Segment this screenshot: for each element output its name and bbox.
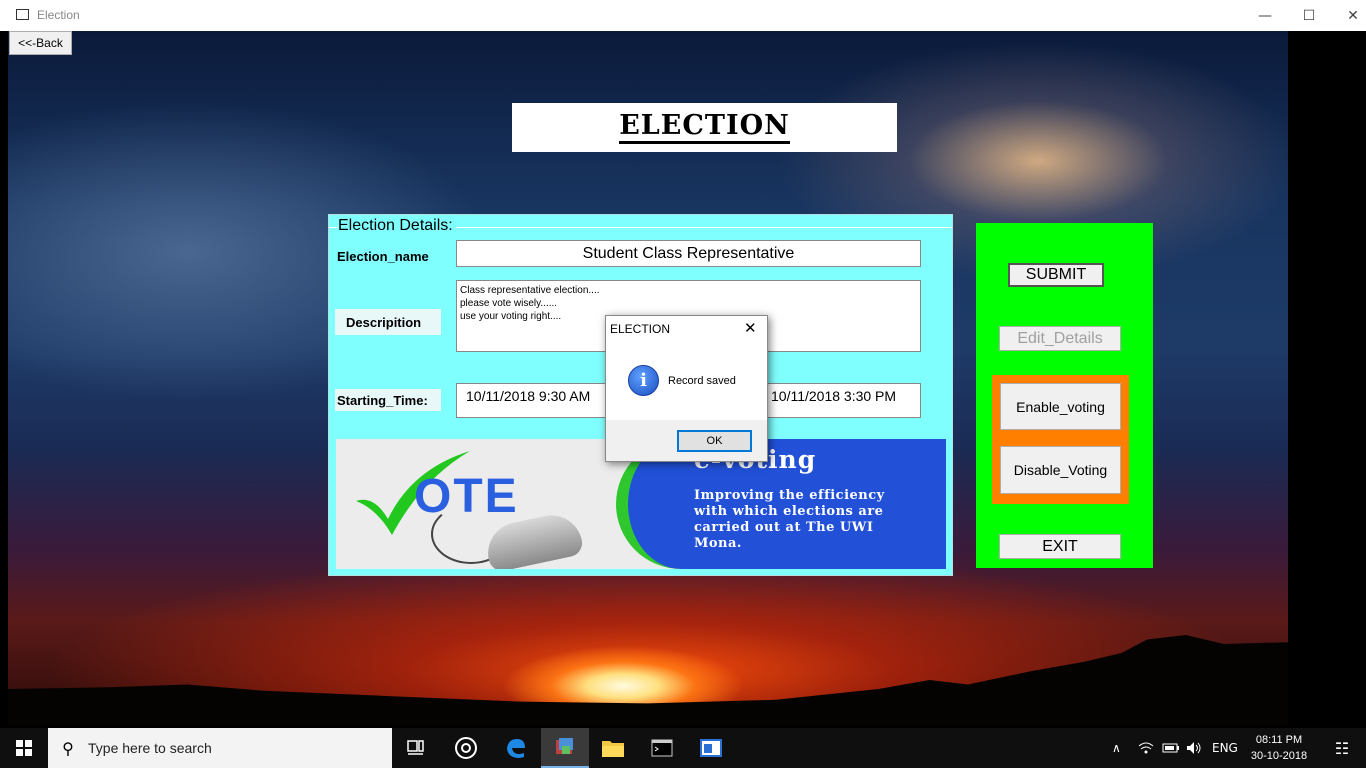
record-saved-dialog: ELECTION ✕ i Record saved OK (605, 315, 768, 462)
page-title-box: ELECTION (512, 103, 897, 152)
description-label: Descripition (335, 309, 441, 335)
clock-date: 30-10-2018 (1250, 750, 1308, 762)
file-explorer-icon[interactable] (589, 728, 637, 768)
info-icon: i (628, 365, 659, 396)
app-icon (16, 9, 29, 20)
election-name-label: Election_name (337, 248, 429, 264)
clock-time: 08:11 PM (1255, 734, 1303, 746)
election-app-taskbar-icon[interactable] (541, 728, 589, 768)
enable-voting-button[interactable]: Enable_voting (1000, 383, 1121, 430)
window-titlebar: Election — ☐ ✕ (0, 0, 1366, 31)
page-title: ELECTION (619, 111, 790, 144)
language-indicator[interactable]: ENG (1212, 728, 1238, 768)
search-icon: ⚲ (62, 738, 74, 758)
windows-logo-icon (16, 740, 32, 756)
taskbar-search-box[interactable]: ⚲ Type here to search (48, 728, 392, 768)
ending-time-field[interactable]: 10/11/2018 3:30 PM (762, 383, 921, 418)
edge-browser-icon[interactable] (492, 728, 540, 768)
exit-button[interactable]: EXIT (999, 534, 1121, 559)
window-app-icon[interactable] (687, 728, 735, 768)
media-app-icon[interactable] (442, 728, 490, 768)
maximize-button[interactable]: ☐ (1286, 0, 1332, 31)
task-view-icon[interactable] (392, 728, 440, 768)
election-details-legend: Election Details: (338, 217, 456, 235)
notification-center-icon[interactable]: ☷ (1318, 728, 1366, 768)
dialog-message: Record saved (668, 375, 736, 387)
taskbar-clock[interactable]: 08:11 PM 30-10-2018 (1240, 732, 1318, 764)
network-icon[interactable] (1138, 728, 1154, 768)
dialog-title: ELECTION (610, 322, 671, 336)
back-button[interactable]: <<-Back (9, 31, 72, 55)
action-panel: SUBMIT Edit_Details Enable_voting Disabl… (976, 223, 1153, 568)
search-placeholder: Type here to search (88, 740, 212, 756)
edit-details-button[interactable]: Edit_Details (999, 326, 1121, 351)
disable-voting-button[interactable]: Disable_Voting (1000, 446, 1121, 494)
tray-chevron-icon[interactable]: ∧ (1112, 728, 1121, 768)
minimize-button[interactable]: — (1242, 0, 1288, 31)
starting-time-field[interactable]: 10/11/2018 9:30 AM (456, 383, 611, 418)
taskbar: ⚲ Type here to search ∧ ENG 08:11 PM 30-… (0, 728, 1366, 768)
evoting-subtitle: Improving the efficiency with which elec… (694, 488, 885, 551)
mountain-silhouette (8, 635, 1288, 725)
dialog-close-icon[interactable]: ✕ (744, 319, 757, 337)
submit-button[interactable]: SUBMIT (1008, 263, 1104, 287)
dialog-footer: OK (606, 420, 767, 461)
election-name-field[interactable]: Student Class Representative (456, 240, 921, 267)
volume-icon[interactable] (1186, 728, 1202, 768)
command-prompt-icon[interactable] (638, 728, 686, 768)
ok-button[interactable]: OK (677, 430, 752, 452)
close-button[interactable]: ✕ (1330, 0, 1366, 31)
voting-controls-group: Enable_voting Disable_Voting (992, 375, 1129, 504)
battery-icon[interactable] (1162, 728, 1180, 768)
starting-time-label: Starting_Time: (335, 389, 441, 411)
window-title: Election (37, 8, 80, 22)
start-button[interactable] (0, 728, 48, 768)
